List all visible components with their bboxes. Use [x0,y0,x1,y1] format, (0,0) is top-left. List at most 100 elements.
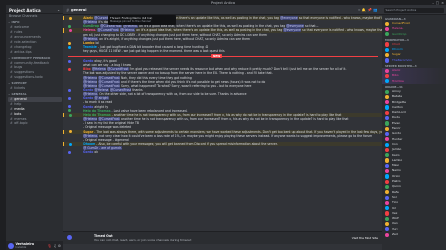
sidebar-channel-label: welcome [14,25,29,30]
avatar[interactable] [68,109,71,113]
member-name: Rafa [392,189,399,194]
avatar [385,131,390,137]
search-input[interactable]: Search Project Antica [384,7,444,13]
avatar [385,100,390,105]
channel-sidebar: Project Antica ⌄ Browse Channels ⌄ INFO # w… [6,5,63,250]
member-name: Bridgette [392,99,406,104]
gear-icon[interactable]: ⚙ [58,244,61,248]
new-messages-divider: NEW [63,53,382,59]
avatar[interactable] [8,242,14,249]
sidebar-channel-label: rules [14,30,23,35]
member-name: TheBaronVon [392,57,412,62]
avatar[interactable] [69,130,72,134]
hash-icon: # [10,65,13,70]
members-icon[interactable]: 👥 [373,8,379,12]
member-name: Xan [392,221,398,226]
hash-icon: # [10,96,13,101]
avatar [385,94,390,100]
visit-mod-site-button[interactable]: Visit the Mod Site [352,236,378,240]
member-name: Yuri [392,226,398,231]
avatar [385,163,390,168]
member-name: GumDrop [392,31,407,36]
member-name: Vex [392,210,398,215]
user-status: Invisible [15,246,27,249]
sidebar-channel-label: memes [14,116,27,121]
avatar[interactable] [69,16,72,20]
avatar [385,137,390,142]
sidebar-channel-label: bugs [14,65,23,70]
avatar[interactable] [68,24,71,28]
avatar [385,211,390,216]
message-author[interactable]: Gordo [83,150,93,154]
avatar[interactable] [68,41,71,45]
avatar[interactable] [68,45,71,49]
hash-icon: # [10,60,13,65]
member-item[interactable]: Zed [382,232,446,237]
hash-icon: # [10,121,13,126]
member-item[interactable]: Trombie [382,78,446,84]
hash-icon: # [10,30,13,35]
avatar [385,105,390,110]
member-list: GUARDIAN—3 CursedFrost Helena. GumDrop MODER… [382,15,446,250]
avatar [385,206,390,211]
avatar [385,121,390,126]
member-name: Trombie [392,78,404,83]
server-header[interactable]: Project Antica ⌄ [6,5,63,14]
hash-icon: # [10,49,13,54]
pinned-popup[interactable]: Thread: Finding Nemo (All Ins) Message p… [108,15,176,25]
maximize-icon[interactable]: □ [436,1,439,5]
avatar[interactable] [69,113,72,117]
hash-icon: # [10,39,13,44]
avatar[interactable] [68,105,71,109]
member-name: Bibo [392,73,399,78]
close-icon[interactable]: × [441,1,444,5]
avatar [385,158,390,163]
avatar [385,174,390,179]
hash-icon: # [10,111,13,116]
message[interactable]: hey guys, HUGE 11 NEW - we just got big … [63,49,382,53]
avatar[interactable] [68,88,71,92]
avatar [385,47,390,52]
avatar [385,79,390,84]
member-name: DarkLord [392,110,406,115]
minimize-icon[interactable]: – [432,1,434,5]
avatar[interactable] [68,150,71,154]
member-name: Iron [392,141,398,146]
sidebar-channel-label: off-topic [14,121,28,126]
sidebar-channel-off-topic[interactable]: # off-topic [6,121,63,126]
headphones-icon[interactable]: ♫ [53,244,56,248]
mic-muted-icon[interactable]: 🎙 [48,244,52,248]
divider-line [68,55,378,57]
hash-icon: # [10,106,13,111]
member-name: Nemo [392,168,401,173]
channel-title: general [71,7,87,12]
chat-header: # general ⌗🔔📌👥 [63,5,382,15]
sidebar-channel-label: changelog [14,44,32,49]
channel-list: Browse Channels ⌄ INFO # welcome # rules # anno… [6,14,63,126]
window-title: Project Antica [210,0,236,5]
member-item[interactable]: TheBaronVon [382,58,446,63]
avatar[interactable] [69,29,72,33]
server-name: Project Antica [9,7,41,13]
member-name: Fenrir [392,126,401,131]
member-item[interactable]: GumDrop [382,32,446,37]
user-panel: Verhaleira Invisible 🎙 ♫ ⚙ [6,241,63,250]
member-name: Jambo [392,147,402,152]
sidebar-channel-label: community-feedback [14,60,50,65]
avatar [385,153,390,158]
avatar[interactable] [68,96,71,100]
hash-icon: # [10,75,13,80]
timeout-text: You can not chat, react, earn, or join v… [94,238,192,242]
avatar [385,184,390,190]
avatar [385,68,390,73]
member-name: Kairo [392,152,400,157]
sidebar-channel-label: tickets [14,86,26,91]
timeout-icon [67,235,72,240]
avatar[interactable] [68,59,71,63]
avatar[interactable] [69,142,72,146]
avatar[interactable] [68,67,71,71]
avatar [385,21,390,26]
avatar [385,26,390,32]
message[interactable]: Gordook [63,150,382,154]
member-name: Sol [392,194,397,199]
